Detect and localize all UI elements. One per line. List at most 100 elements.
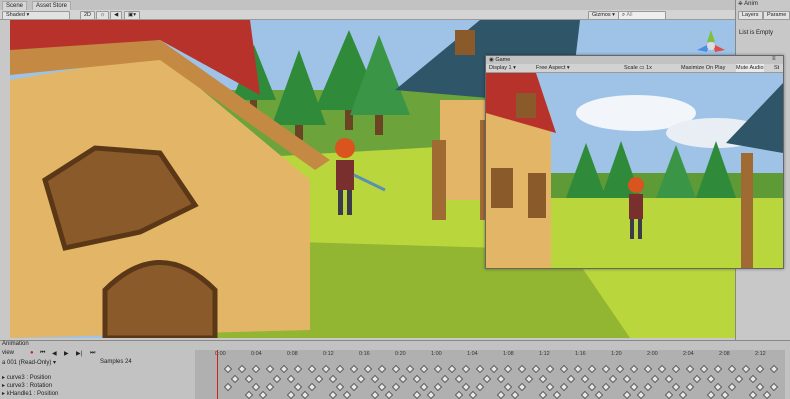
record-button[interactable]: ●	[30, 350, 34, 356]
scene-gizmo-icon[interactable]	[695, 28, 727, 58]
last-frame-button[interactable]: ⏭	[90, 350, 95, 357]
keyframe[interactable]	[650, 374, 660, 384]
keyframe[interactable]	[419, 364, 429, 374]
keyframe[interactable]	[629, 382, 639, 392]
keyframe[interactable]	[545, 382, 555, 392]
keyframe[interactable]	[251, 364, 261, 374]
clip-dropdown[interactable]: a 001 (Read-Only) ▾	[2, 359, 56, 366]
game-window[interactable]: ◉ Game ≡ Display 1 ▾ Free Aspect ▾ Scale…	[485, 55, 784, 269]
keyframe[interactable]	[685, 382, 695, 392]
effects-dropdown[interactable]: ▣▾	[124, 11, 140, 20]
keyframe[interactable]	[461, 382, 471, 392]
keyframe[interactable]	[489, 364, 499, 374]
keyframe[interactable]	[223, 382, 233, 392]
keyframe[interactable]	[349, 364, 359, 374]
keyframe[interactable]	[755, 364, 765, 374]
keyframe[interactable]	[335, 382, 345, 392]
keyframe[interactable]	[307, 382, 317, 392]
keyframe[interactable]	[447, 364, 457, 374]
keyframe[interactable]	[769, 382, 779, 392]
keyframe[interactable]	[517, 364, 527, 374]
search-input[interactable]: ⌕ All	[618, 11, 666, 20]
keyframe[interactable]	[580, 374, 590, 384]
keyframe[interactable]	[643, 364, 653, 374]
timeline[interactable]: 0:00 0:04 0:08 0:12 0:16 0:20 1:00 1:04 …	[195, 350, 785, 399]
keyframe-area[interactable]	[195, 350, 785, 399]
keyframe[interactable]	[293, 382, 303, 392]
keyframe[interactable]	[398, 374, 408, 384]
keyframe[interactable]	[377, 364, 387, 374]
keyframe[interactable]	[279, 364, 289, 374]
keyframe[interactable]	[601, 382, 611, 392]
keyframe[interactable]	[692, 374, 702, 384]
track-row[interactable]: ▸ curve3 : Position	[2, 374, 51, 382]
keyframe[interactable]	[573, 364, 583, 374]
keyframe[interactable]	[223, 364, 233, 374]
play-button[interactable]: ▶	[64, 350, 69, 357]
keyframe[interactable]	[517, 382, 527, 392]
keyframe[interactable]	[727, 364, 737, 374]
track-row[interactable]: ▸ curve3 : Rotation	[2, 382, 52, 390]
keyframe[interactable]	[755, 382, 765, 392]
keyframe[interactable]	[461, 364, 471, 374]
keyframe[interactable]	[566, 374, 576, 384]
keyframe[interactable]	[601, 364, 611, 374]
keyframe[interactable]	[615, 364, 625, 374]
prev-frame-button[interactable]: ◀	[52, 350, 57, 357]
keyframe[interactable]	[370, 374, 380, 384]
keyframe[interactable]	[587, 364, 597, 374]
keyframe[interactable]	[363, 364, 373, 374]
keyframe[interactable]	[727, 382, 737, 392]
keyframe[interactable]	[622, 374, 632, 384]
keyframe[interactable]	[237, 364, 247, 374]
audio-toggle[interactable]: ◀	[110, 11, 123, 20]
stats-toggle[interactable]: St	[774, 64, 779, 72]
tab-asset-store[interactable]: Asset Store	[32, 1, 72, 10]
parameters-tab[interactable]: Parame	[763, 11, 790, 20]
game-view[interactable]	[486, 73, 783, 268]
keyframe[interactable]	[328, 374, 338, 384]
keyframe[interactable]	[482, 374, 492, 384]
keyframe[interactable]	[391, 364, 401, 374]
keyframe[interactable]	[391, 382, 401, 392]
first-frame-button[interactable]: ⏮	[40, 350, 45, 357]
keyframe[interactable]	[685, 364, 695, 374]
keyframe[interactable]	[356, 374, 366, 384]
lighting-toggle[interactable]: ☼	[96, 11, 110, 20]
shading-mode-dropdown[interactable]: Shaded ▾	[2, 11, 70, 20]
keyframe[interactable]	[671, 382, 681, 392]
keyframe[interactable]	[671, 364, 681, 374]
keyframe[interactable]	[440, 374, 450, 384]
keyframe[interactable]	[713, 382, 723, 392]
samples-field[interactable]: Samples 24	[100, 359, 132, 365]
keyframe[interactable]	[734, 374, 744, 384]
keyframe[interactable]	[559, 382, 569, 392]
keyframe[interactable]	[503, 364, 513, 374]
keyframe[interactable]	[496, 374, 506, 384]
display-dropdown[interactable]: Display 1 ▾	[489, 64, 516, 72]
keyframe[interactable]	[293, 364, 303, 374]
keyframe[interactable]	[433, 364, 443, 374]
keyframe[interactable]	[503, 382, 513, 392]
keyframe[interactable]	[314, 374, 324, 384]
keyframe[interactable]	[349, 382, 359, 392]
keyframe[interactable]	[713, 364, 723, 374]
2d-toggle[interactable]: 2D	[80, 11, 96, 20]
scale-slider[interactable]: Scale ▭ 1x	[624, 64, 652, 72]
keyframe[interactable]	[706, 374, 716, 384]
keyframe[interactable]	[251, 382, 261, 392]
keyframe[interactable]	[545, 364, 555, 374]
keyframe[interactable]	[286, 374, 296, 384]
keyframe[interactable]	[664, 374, 674, 384]
track-row[interactable]: ▸ kHandle1 : Position	[2, 390, 58, 398]
keyframe[interactable]	[433, 382, 443, 392]
aspect-dropdown[interactable]: Free Aspect ▾	[536, 64, 570, 72]
keyframe[interactable]	[524, 374, 534, 384]
animator-tab[interactable]: ⎈ Anim	[738, 1, 758, 8]
keyframe[interactable]	[265, 382, 275, 392]
keyframe[interactable]	[559, 364, 569, 374]
mute-audio-toggle[interactable]: Mute Audio	[736, 64, 764, 72]
keyframe[interactable]	[748, 374, 758, 384]
keyframe[interactable]	[244, 374, 254, 384]
keyframe[interactable]	[377, 382, 387, 392]
